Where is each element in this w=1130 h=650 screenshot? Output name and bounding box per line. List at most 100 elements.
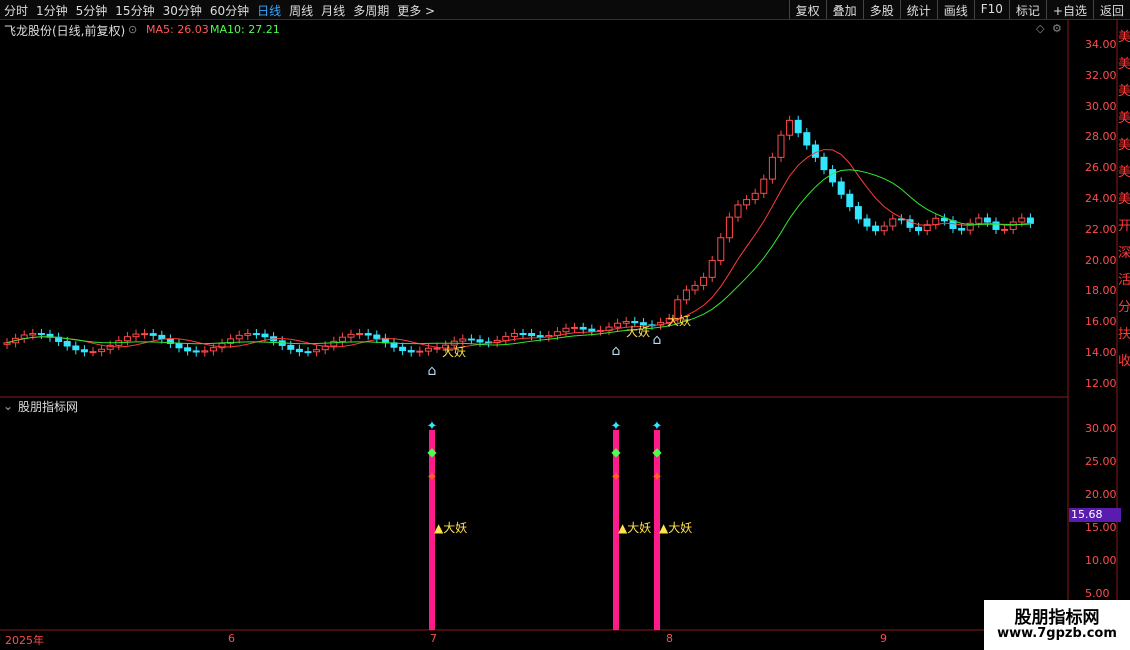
- candle-body: [330, 340, 338, 347]
- date-tick-label: 6: [228, 632, 235, 645]
- right-edge-char: 美: [1118, 111, 1130, 126]
- candle-body: [682, 289, 690, 301]
- candle-body: [846, 193, 854, 208]
- candle-body: [201, 350, 209, 353]
- candle-body: [614, 322, 622, 328]
- candle-body: [768, 156, 776, 180]
- candle-body: [467, 338, 475, 341]
- candle-body: [820, 156, 828, 171]
- price-signal-tag: 大妖: [626, 325, 651, 339]
- ma10-line: [6, 169, 1031, 346]
- candle-body: [708, 260, 716, 278]
- candle-body: [880, 225, 888, 232]
- watermark-url: www.7gpzb.com: [997, 626, 1117, 641]
- candle-body: [510, 333, 518, 337]
- candle-body: [1026, 217, 1034, 224]
- candle-body: [777, 134, 785, 158]
- signal-markers: ✦ ◆ ✦ ✦ ◆ ✦ ✦ ◆ ✦ ⌂ ⌂ ⌂: [427, 332, 663, 630]
- price-tick-label: 28.00: [1085, 130, 1117, 144]
- candle-body: [811, 144, 819, 158]
- indicator-tick-label: 10.00: [1085, 554, 1117, 567]
- indicator-tick-label: 30.00: [1085, 422, 1117, 435]
- chart-canvas[interactable]: ✦ ◆ ✦ ✦ ◆ ✦ ✦ ◆ ✦ ⌂ ⌂ ⌂: [0, 0, 1130, 650]
- right-edge-char: 收: [1118, 354, 1130, 369]
- candle-body: [502, 335, 510, 341]
- candle-body: [295, 348, 303, 353]
- candle-body: [72, 345, 80, 351]
- candle-body: [37, 333, 45, 336]
- candle-body: [424, 347, 432, 352]
- price-tick-label: 22.00: [1085, 222, 1117, 236]
- right-edge-char: 美: [1118, 192, 1130, 207]
- candle-body: [158, 334, 166, 340]
- candle-body: [528, 333, 536, 337]
- right-edge-char: 美: [1118, 30, 1130, 45]
- candle-body: [803, 132, 811, 146]
- signal-tag: ▲大妖: [618, 521, 652, 535]
- candle-body: [416, 350, 424, 353]
- candle-body: [872, 225, 880, 232]
- candle-body: [854, 206, 862, 220]
- candle-body: [562, 327, 570, 333]
- candle-body: [304, 351, 312, 354]
- candle-body: [1018, 217, 1026, 223]
- candle-body: [734, 204, 742, 218]
- candle-body: [141, 333, 149, 336]
- right-edge-char: 美: [1118, 165, 1130, 180]
- candle-body: [743, 199, 751, 206]
- candle-body: [829, 169, 837, 183]
- date-tick-label: 9: [880, 632, 887, 645]
- candles: [3, 115, 1034, 357]
- signal-tag: ▲大妖: [659, 521, 693, 535]
- price-tick-label: 20.00: [1085, 253, 1117, 267]
- indicator-title: 股朋指标网: [18, 400, 79, 414]
- candle-body: [571, 326, 579, 329]
- candle-body: [29, 333, 37, 336]
- candle-body: [915, 226, 923, 232]
- candle-body: [347, 333, 355, 338]
- candle-body: [889, 218, 897, 227]
- candle-body: [287, 344, 295, 350]
- price-tick-label: 16.00: [1085, 315, 1117, 329]
- candle-body: [975, 217, 983, 224]
- collapse-chevron-icon[interactable]: ⌄: [3, 399, 13, 413]
- price-tick-label: 14.00: [1085, 346, 1117, 359]
- watermark-name: 股朋指标网: [1014, 608, 1100, 628]
- candle-body: [244, 333, 252, 336]
- candle-body: [760, 178, 768, 194]
- right-edge-char: 扶: [1118, 327, 1130, 342]
- right-edge-char: 活: [1118, 273, 1130, 288]
- orange-butterfly-icon: ✦: [611, 470, 622, 485]
- diamond-gem-icon: ◆: [611, 445, 621, 459]
- candle-body: [536, 335, 544, 338]
- signal-house-icon: ⌂: [612, 343, 621, 359]
- watermark: 股朋指标网 www.7gpzb.com: [984, 600, 1130, 650]
- price-signal-tag: 大妖: [442, 345, 467, 359]
- date-tick-label: 2025年: [5, 634, 44, 647]
- diamond-gem-icon: ◆: [427, 445, 437, 459]
- candle-body: [837, 181, 845, 195]
- candle-body: [700, 276, 708, 286]
- price-signal-tag: 大妖: [667, 314, 692, 328]
- candle-body: [63, 340, 71, 347]
- candle-body: [209, 347, 217, 352]
- candle-body: [3, 342, 11, 345]
- signal-house-icon: ⌂: [653, 332, 662, 348]
- candle-body: [192, 350, 200, 353]
- candle-body: [235, 334, 243, 340]
- indicator-tick-label: 15.00: [1085, 521, 1117, 534]
- price-tick-label: 24.00: [1085, 192, 1117, 205]
- candle-body: [786, 119, 794, 136]
- candle-body: [123, 336, 131, 342]
- candle-body: [407, 350, 415, 353]
- candle-body: [519, 333, 527, 336]
- candle-body: [132, 333, 140, 338]
- candle-body: [184, 347, 192, 352]
- candle-body: [725, 216, 733, 239]
- candle-body: [983, 217, 991, 223]
- price-tick-label: 34.00: [1085, 38, 1117, 51]
- ma5-line: [6, 149, 1031, 349]
- right-edge-char: 美: [1118, 84, 1130, 99]
- candle-body: [794, 119, 802, 134]
- candle-body: [373, 334, 381, 339]
